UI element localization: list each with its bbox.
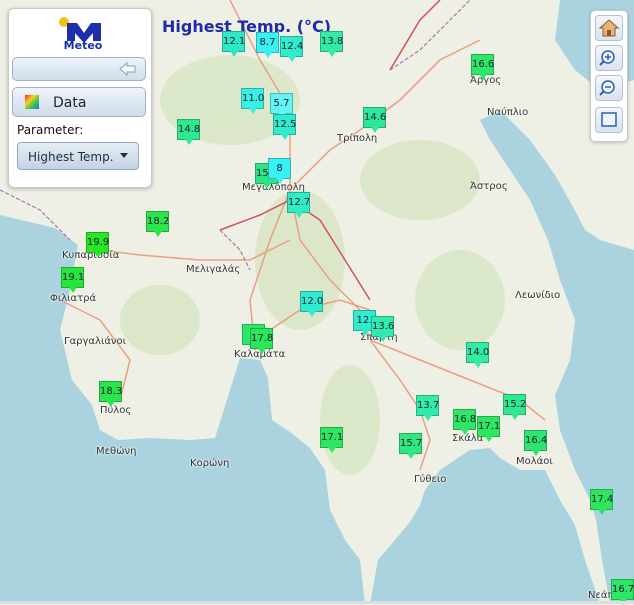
- marker-pointer: [474, 362, 482, 368]
- place-label: Κορώνη: [190, 458, 230, 469]
- marker-pointer: [264, 52, 272, 58]
- marker-pointer: [154, 231, 162, 237]
- marker-pointer: [328, 447, 336, 453]
- station-value: 12.5: [273, 114, 296, 135]
- place-label: Τρίπολη: [337, 133, 378, 144]
- station-value: 15.7: [399, 433, 422, 454]
- place-label: Πύλος: [100, 405, 132, 416]
- station-value: 12.4: [280, 36, 303, 57]
- place-label: Μεθώνη: [96, 446, 137, 457]
- marker-pointer: [281, 134, 289, 140]
- marker-pointer: [532, 450, 540, 456]
- marker-pointer: [288, 56, 296, 62]
- marker-pointer: [185, 139, 193, 145]
- station-value: 13.6: [371, 316, 394, 337]
- station-value: 13.7: [416, 395, 439, 416]
- station-value: 19.1: [61, 267, 84, 288]
- marker-pointer: [371, 127, 379, 133]
- station-value: 16.8: [453, 409, 476, 430]
- station-value: 17.1: [320, 427, 343, 448]
- color-palette-icon: [25, 95, 39, 109]
- place-label: Ναύπλιο: [487, 107, 529, 118]
- marker-pointer: [461, 429, 469, 435]
- station-value: 18.3: [99, 381, 122, 402]
- marker-pointer: [69, 287, 77, 293]
- station-value: 17.4: [590, 489, 613, 510]
- marker-pointer: [511, 414, 519, 420]
- station-value: 13.8: [320, 31, 343, 52]
- marker-pointer: [107, 401, 115, 407]
- station-value: 16.6: [471, 54, 494, 75]
- marker-pointer: [407, 453, 415, 459]
- zoom-in-button[interactable]: [595, 45, 623, 71]
- marker-pointer: [361, 330, 369, 336]
- chevron-down-icon: [120, 153, 128, 158]
- map-toolbar: [590, 10, 628, 142]
- place-label: Γύθειο: [414, 474, 447, 485]
- zoom-in-icon: [599, 50, 615, 66]
- marker-pointer: [479, 74, 487, 80]
- place-label: Μελιγαλάς: [186, 264, 241, 275]
- data-button[interactable]: Data: [12, 87, 146, 117]
- station-value: 19.9: [86, 232, 109, 253]
- marker-pointer: [379, 336, 387, 342]
- station-value: 5.7: [270, 93, 293, 114]
- station-value: 11.0: [241, 88, 264, 109]
- station-value: 17.8: [250, 328, 273, 349]
- station-value: 16.4: [524, 430, 547, 451]
- marker-pointer: [308, 311, 316, 317]
- logo-text: Meteo: [63, 39, 103, 52]
- place-label: Λεωνίδιο: [515, 290, 561, 301]
- marker-pointer: [230, 51, 238, 57]
- marker-pointer: [328, 51, 336, 57]
- marker-pointer: [276, 178, 284, 184]
- station-value: 17.1: [477, 416, 500, 437]
- station-value: 8.7: [256, 32, 279, 53]
- place-label: Φιλιατρά: [50, 293, 97, 304]
- station-value: 12.1: [222, 31, 245, 52]
- station-value: 14.0: [466, 342, 489, 363]
- station-value: 8: [268, 158, 291, 179]
- station-value: 18.2: [146, 211, 169, 232]
- place-label: Γαργαλιάνοι: [64, 336, 127, 347]
- data-button-label: Data: [53, 95, 87, 111]
- back-arrow-icon: [119, 62, 136, 76]
- station-value: 15.2: [503, 394, 526, 415]
- marker-pointer: [424, 415, 432, 421]
- station-value: 16.7: [611, 579, 634, 600]
- marker-pointer: [263, 183, 271, 189]
- marker-pointer: [598, 509, 606, 515]
- home-icon: [598, 19, 620, 37]
- parameter-label: Parameter:: [17, 123, 84, 137]
- marker-pointer: [258, 348, 266, 354]
- zoom-out-icon: [599, 80, 615, 96]
- control-panel: Meteo Data Parameter: Highest Temp.: [8, 8, 152, 188]
- parameter-select-value: Highest Temp.: [28, 150, 114, 164]
- place-label: Άστρος: [470, 181, 508, 192]
- back-button[interactable]: [12, 57, 146, 81]
- station-value: 12.7: [287, 192, 310, 213]
- parameter-select[interactable]: Highest Temp.: [17, 142, 139, 170]
- station-value: 14.6: [363, 107, 386, 128]
- zoom-out-button[interactable]: [595, 75, 623, 101]
- station-value: 14.8: [177, 119, 200, 140]
- marker-pointer: [249, 108, 257, 114]
- extent-icon: [601, 112, 617, 127]
- marker-pointer: [485, 436, 493, 442]
- station-value: 12.0: [300, 291, 323, 312]
- zoom-extent-button[interactable]: [595, 107, 623, 133]
- home-button[interactable]: [595, 15, 623, 41]
- marker-pointer: [295, 212, 303, 218]
- place-label: Μολάοι: [516, 456, 553, 467]
- map-title: Highest Temp. (°C): [162, 17, 332, 36]
- marker-pointer: [94, 252, 102, 258]
